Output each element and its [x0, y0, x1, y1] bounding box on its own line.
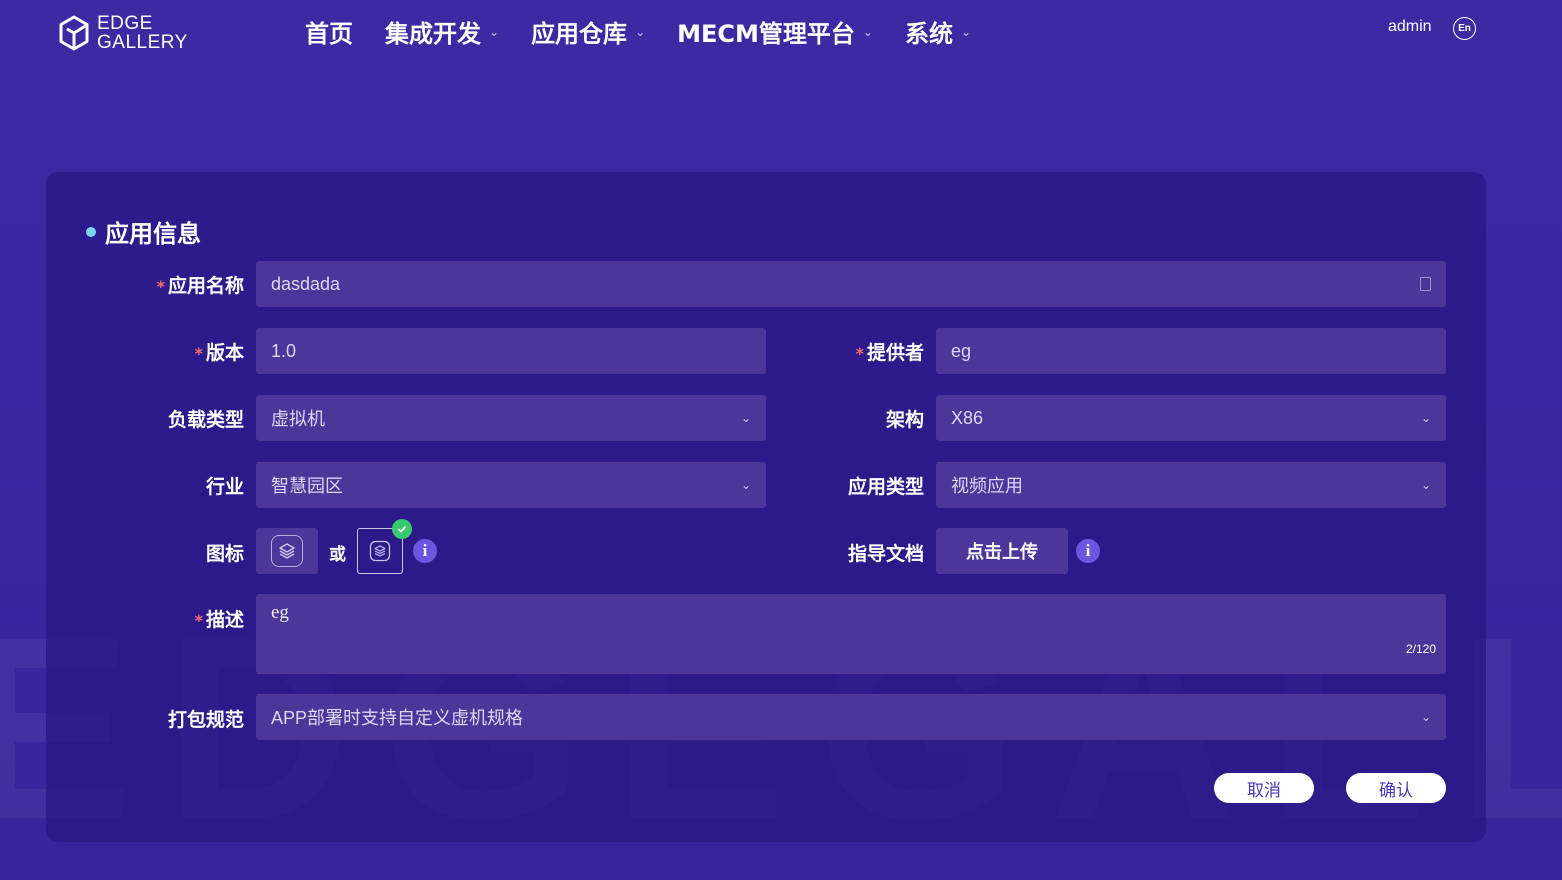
required-mark: *	[855, 344, 864, 363]
workload-type-label: 负载类型	[167, 409, 244, 431]
guide-doc-label: 指导文档	[847, 543, 924, 565]
nav-system-label: 系统	[904, 20, 953, 48]
bullet-dot-icon	[86, 226, 96, 237]
logo-text: EDGE GALLERY	[97, 14, 188, 52]
logo[interactable]: EDGE GALLERY	[58, 14, 188, 52]
or-text: 或	[329, 545, 346, 565]
chevron-down-icon: ⌄	[635, 24, 646, 39]
packaging-select[interactable]: APP部署时支持自定义虚机规格 ⌄	[256, 694, 1446, 740]
icon-info-icon[interactable]: i	[413, 539, 437, 563]
input-suffix-icon	[1420, 277, 1431, 291]
nav-home-label: 首页	[305, 20, 353, 48]
industry-value: 智慧园区	[271, 476, 343, 496]
architecture-value: X86	[951, 407, 984, 428]
packaging-value: APP部署时支持自定义虚机规格	[271, 708, 524, 728]
industry-select[interactable]: 智慧园区 ⌄	[256, 462, 766, 508]
description-label-text: 描述	[205, 609, 244, 631]
chevron-down-icon: ⌄	[862, 24, 873, 39]
chevron-down-icon: ⌄	[1420, 478, 1431, 492]
app-type-label: 应用类型	[847, 476, 924, 498]
icon-label: 图标	[205, 543, 244, 565]
packaging-label: 打包规范	[167, 709, 244, 731]
default-icon-option[interactable]	[256, 528, 318, 574]
logo-line1: EDGE	[97, 13, 153, 34]
app-type-value: 视频应用	[951, 476, 1023, 496]
logo-line2: GALLERY	[97, 32, 188, 53]
app-info-card: 应用信息 * 应用名称 dasdada * 版本 1.0 * 提供者 eg 负载类型 …	[46, 172, 1486, 842]
nav-system[interactable]: 系统 ⌄	[905, 14, 971, 49]
version-input[interactable]: 1.0	[256, 328, 766, 374]
chevron-down-icon: ⌄	[1420, 710, 1431, 724]
nav-integration-dev-label: 集成开发	[385, 20, 481, 48]
top-header: EDGE GALLERY 首页 集成开发 ⌄ 应用仓库 ⌄ MECM管理平台 ⌄…	[0, 0, 1562, 64]
nav-mecm-label: MECM管理平台	[677, 20, 855, 48]
layers-icon	[271, 535, 303, 567]
provider-input[interactable]: eg	[936, 328, 1446, 374]
nav-app-store-label: 应用仓库	[531, 20, 628, 48]
app-name-input[interactable]: dasdada	[256, 261, 1446, 307]
app-name-label: * 应用名称	[54, 271, 244, 298]
provider-value: eg	[951, 340, 972, 361]
language-switch-icon[interactable]: En	[1453, 17, 1476, 40]
architecture-select[interactable]: X86 ⌄	[936, 395, 1446, 441]
industry-label: 行业	[205, 476, 244, 498]
provider-label-text: 提供者	[866, 342, 924, 364]
required-mark: *	[194, 344, 203, 363]
edgegallery-logo-icon	[59, 15, 89, 51]
guide-info-icon[interactable]: i	[1076, 539, 1100, 563]
char-counter: 2/120	[1405, 642, 1436, 656]
architecture-label: 架构	[885, 409, 924, 431]
chevron-down-icon: ⌄	[1420, 411, 1431, 425]
workload-type-select[interactable]: 虚拟机 ⌄	[256, 395, 766, 441]
section-title-text: 应用信息	[105, 220, 201, 248]
nav-app-store[interactable]: 应用仓库 ⌄	[531, 14, 645, 49]
required-mark: *	[156, 277, 165, 296]
main-nav: 首页 集成开发 ⌄ 应用仓库 ⌄ MECM管理平台 ⌄ 系统 ⌄	[305, 14, 1003, 49]
app-icon	[369, 540, 391, 562]
confirm-button[interactable]: 确认	[1346, 773, 1446, 803]
user-name[interactable]: admin	[1388, 18, 1432, 36]
version-label-text: 版本	[205, 342, 244, 364]
nav-mecm[interactable]: MECM管理平台 ⌄	[677, 14, 873, 49]
provider-label: * 提供者	[734, 338, 924, 365]
section-title: 应用信息	[86, 214, 201, 249]
description-label: * 描述	[54, 605, 244, 632]
version-label: * 版本	[54, 338, 244, 365]
description-textarea[interactable]: eg 2/120	[256, 594, 1446, 674]
app-type-select[interactable]: 视频应用 ⌄	[936, 462, 1446, 508]
version-value: 1.0	[271, 340, 297, 361]
check-icon	[392, 519, 412, 539]
app-name-value: dasdada	[271, 273, 341, 294]
selected-icon-option[interactable]	[357, 519, 412, 574]
chevron-down-icon: ⌄	[960, 24, 972, 39]
workload-type-value: 虚拟机	[271, 409, 325, 429]
app-name-label-text: 应用名称	[167, 275, 244, 297]
nav-integration-dev[interactable]: 集成开发 ⌄	[385, 14, 499, 49]
description-value: eg	[271, 602, 289, 623]
nav-home[interactable]: 首页	[305, 14, 353, 49]
chevron-down-icon: ⌄	[489, 24, 500, 39]
required-mark: *	[194, 611, 203, 630]
upload-button[interactable]: 点击上传	[936, 528, 1068, 574]
cancel-button[interactable]: 取消	[1214, 773, 1314, 803]
